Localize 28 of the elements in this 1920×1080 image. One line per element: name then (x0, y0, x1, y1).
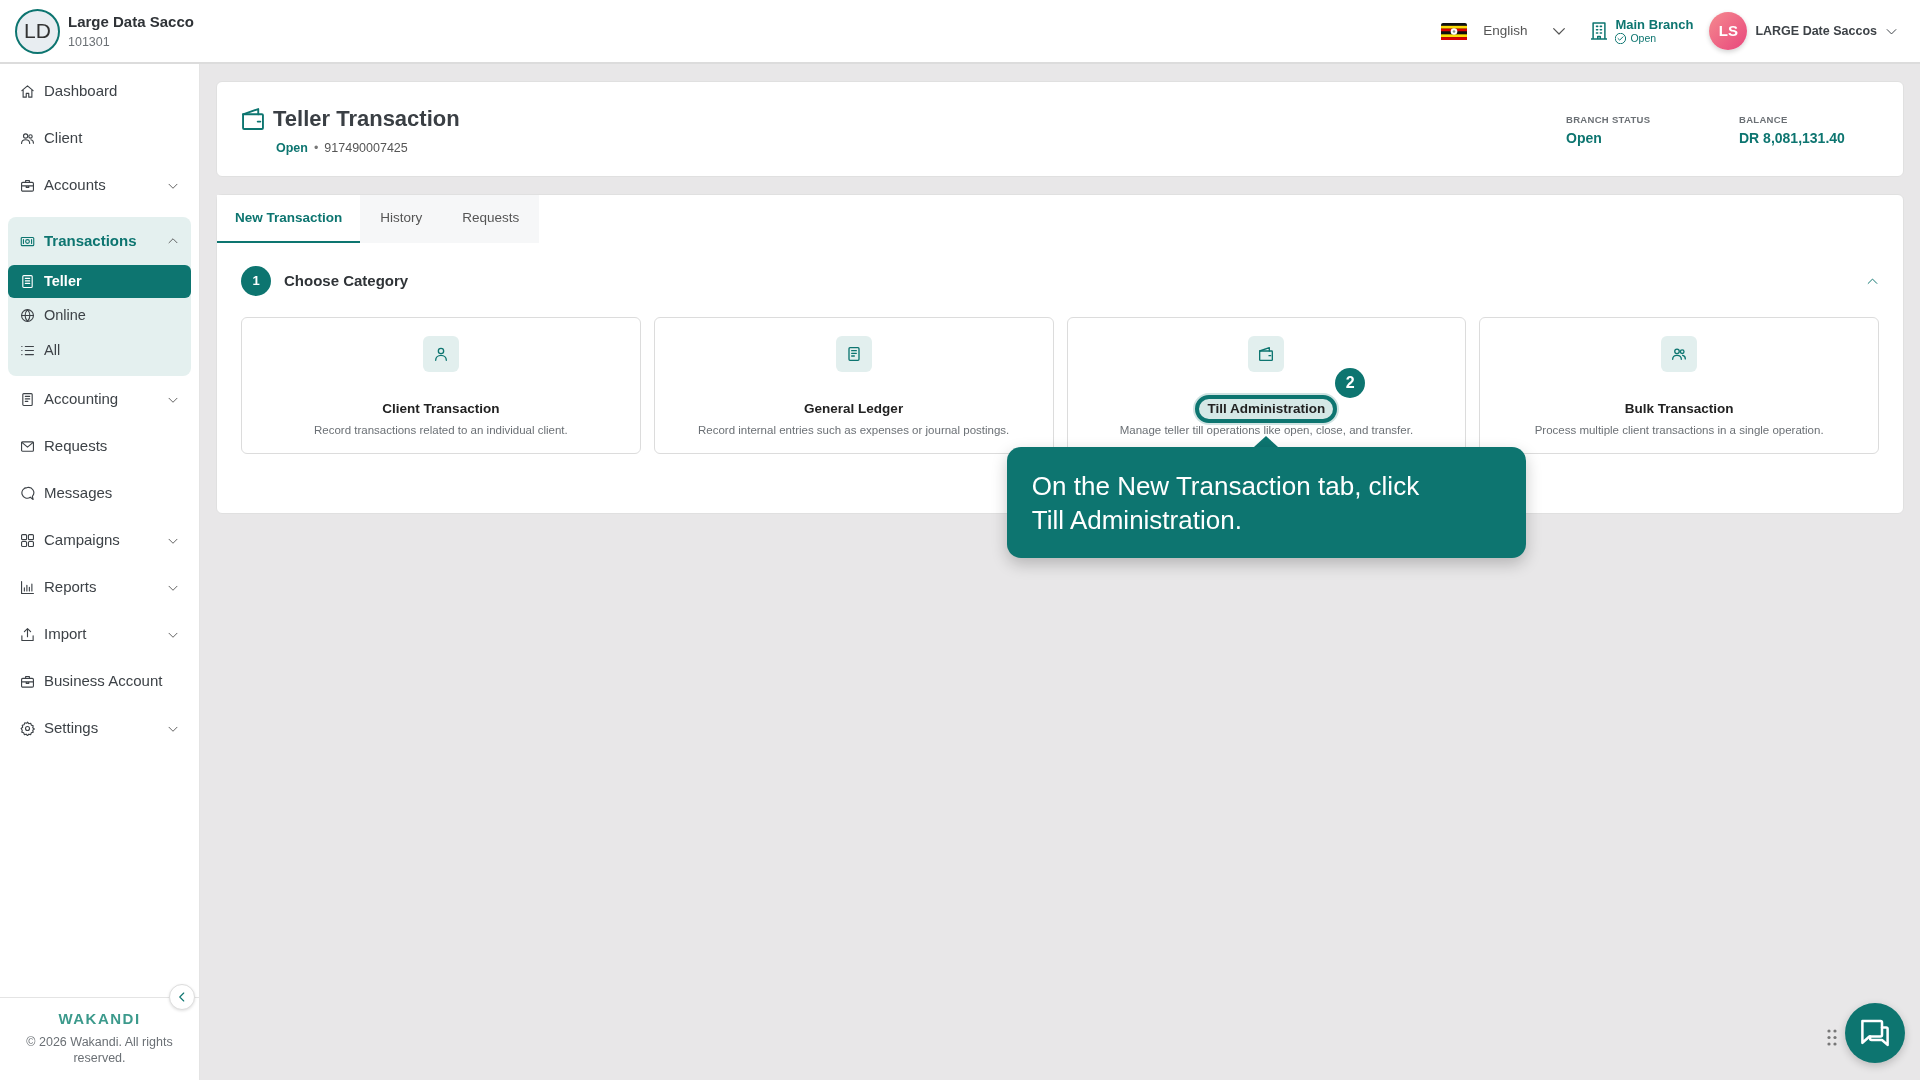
category-description: Record transactions related to an individual client. (313, 423, 569, 438)
page-status: Open (276, 141, 308, 155)
category-description: Process multiple client transactions in a single operation. (1533, 423, 1825, 438)
org-code: 101301 (68, 34, 111, 50)
till-number: 917490007425 (324, 141, 408, 155)
section-title: Choose Category (284, 270, 409, 291)
copyright-text: © 2026 Wakandi. All rights reserved. (25, 1034, 174, 1066)
branch-name: Main Branch (1615, 17, 1694, 32)
stat-value: DR 8,081,131.40 (1739, 128, 1846, 147)
page-title: Teller Transaction (273, 105, 460, 133)
org-name: Large Data Sacco (68, 12, 194, 31)
user-avatar: LS (1709, 12, 1748, 50)
org-avatar: LD (15, 8, 60, 54)
stat-value: Open (1566, 128, 1603, 147)
tooltip-text: On the New Transaction tab, click Till Administration. (1031, 470, 1421, 537)
brand-name: WAKANDI (57, 1010, 142, 1028)
category-description: Record internal entries such as expenses or journal postings. (696, 423, 1011, 438)
step-number: 1 (241, 266, 271, 296)
category-title: Bulk Transaction (1624, 400, 1734, 418)
category-title: Client Transaction (382, 400, 500, 418)
category-title: General Ledger (804, 400, 904, 418)
category-title: Till Administration (1195, 395, 1338, 423)
branch-status: Open (1630, 32, 1657, 45)
stat-label: BRANCH STATUS (1566, 113, 1652, 126)
user-name: LARGE Date Saccos (1755, 22, 1877, 40)
stat-label: BALANCE (1739, 113, 1789, 126)
separator-text: • (313, 141, 319, 155)
category-description: Manage teller till operations like open, close, and transfer. (1118, 423, 1415, 438)
